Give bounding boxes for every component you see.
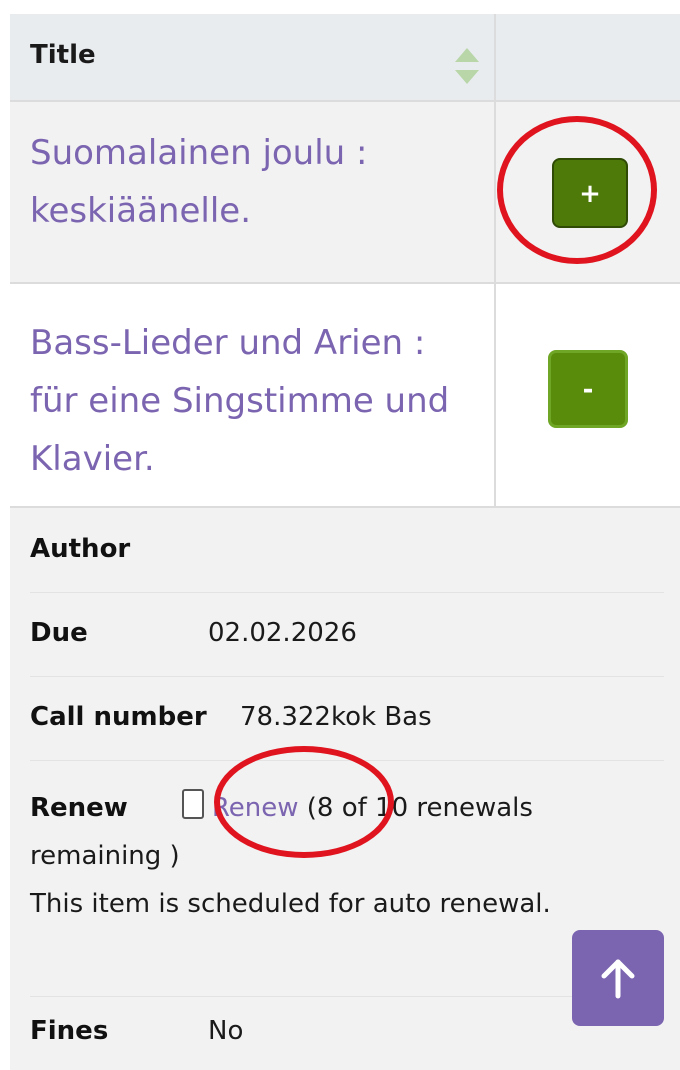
call-number-value: 78.322kok Bas <box>240 702 432 732</box>
call-number-label: Call number <box>30 702 207 732</box>
expand-row-button[interactable]: + <box>552 158 628 228</box>
column-divider <box>494 14 496 102</box>
renew-section: Renew Renew (8 of 10 renewals remaining )… <box>30 784 660 928</box>
auto-renewal-note: This item is scheduled for auto renewal. <box>30 889 551 919</box>
column-divider <box>494 102 496 282</box>
due-value: 02.02.2026 <box>208 618 357 648</box>
fines-value: No <box>208 1016 244 1046</box>
sort-icon[interactable] <box>452 44 482 88</box>
title-link[interactable]: Suomalainen joulu : keskiäänelle. <box>30 124 480 240</box>
renew-label: Renew <box>30 793 128 823</box>
arrow-up-icon <box>601 959 635 999</box>
due-label: Due <box>30 618 88 648</box>
scroll-to-top-button[interactable] <box>572 930 664 1026</box>
renew-link[interactable]: Renew <box>212 793 299 823</box>
plus-icon: + <box>579 179 601 209</box>
divider <box>30 996 664 997</box>
title-link[interactable]: Bass-Lieder und Arien : für eine Singsti… <box>30 314 480 488</box>
divider <box>30 760 664 761</box>
checkouts-page: Title Suomalainen joulu : keskiäänelle. … <box>0 0 680 1070</box>
column-divider <box>494 284 496 506</box>
renew-checkbox[interactable] <box>181 789 204 819</box>
table-header: Title <box>10 14 680 102</box>
table-row: Suomalainen joulu : keskiäänelle. + <box>10 102 680 284</box>
author-label: Author <box>30 534 131 564</box>
divider <box>30 676 664 677</box>
column-header-title[interactable]: Title <box>30 40 96 70</box>
table-row: Bass-Lieder und Arien : für eine Singsti… <box>10 284 680 508</box>
collapse-row-button[interactable]: - <box>548 350 628 428</box>
minus-icon: - <box>582 375 594 405</box>
divider <box>30 592 664 593</box>
renew-open-paren: ( <box>306 793 317 823</box>
fines-label: Fines <box>30 1016 109 1046</box>
